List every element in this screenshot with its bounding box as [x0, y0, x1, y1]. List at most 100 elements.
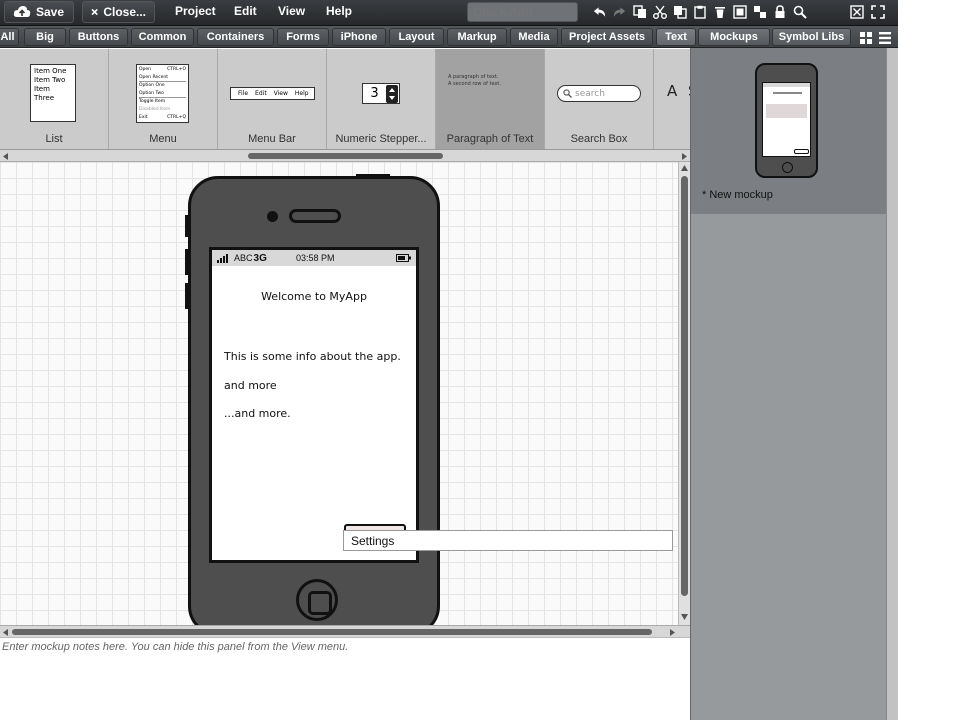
ungroup-icon[interactable]: [752, 3, 767, 21]
fullscreen-icon[interactable]: [870, 3, 885, 21]
inline-edit-box[interactable]: Settings: [343, 530, 673, 551]
ui-library-strip: Item One Item Two Item Three List Open CT…: [0, 49, 698, 150]
library-item-menu[interactable]: Open CTRL+O Open Recent Option One Option…: [109, 49, 218, 149]
app-info-line: ...and more.: [224, 407, 291, 420]
tab-symbol-libs[interactable]: Symbol Libs: [772, 28, 851, 46]
mockup-thumbnail-home-icon: [782, 162, 793, 173]
mockups-panel-scrollbar[interactable]: [886, 48, 898, 720]
list-view-icon[interactable]: [879, 31, 891, 49]
tab-text[interactable]: Text: [656, 28, 696, 46]
library-label: Menu Bar: [248, 133, 296, 145]
search-icon: [563, 89, 572, 98]
iphone-mockup[interactable]: ABC 3G 03:58 PM Welcome to MyApp This is…: [185, 174, 440, 625]
lock-icon[interactable]: [772, 3, 787, 21]
duplicate-icon[interactable]: [632, 3, 647, 21]
paragraph-preview: A paragraph of text. A second row of tex…: [448, 74, 501, 88]
menu-preview-item: Toggle Item: [139, 97, 186, 106]
menu-preview-item: Exit: [139, 114, 148, 120]
speaker-icon: [289, 209, 341, 223]
tab-media[interactable]: Media: [510, 28, 558, 46]
tab-containers[interactable]: Containers: [197, 28, 274, 46]
library-label: Numeric Stepper...: [335, 133, 427, 145]
tab-common[interactable]: Common: [131, 28, 194, 46]
menu-bar-preview-item: Edit: [255, 90, 267, 97]
app-info-line: This is some info about the app.: [224, 350, 401, 363]
close-window-icon[interactable]: [849, 3, 864, 21]
menu-preview-row: Exit CTRL+Q: [139, 114, 186, 122]
status-bar: ABC 3G 03:58 PM: [212, 250, 416, 266]
cloud-upload-icon: [13, 6, 31, 17]
library-scroll-thumb[interactable]: [248, 153, 443, 159]
library-item-menu-bar[interactable]: File Edit View Help Menu Bar: [218, 49, 327, 149]
menu-preview-shortcut: CTRL+Q: [167, 114, 186, 120]
library-label: Paragraph of Text: [446, 133, 534, 145]
grid-view-icon[interactable]: [860, 31, 872, 49]
canvas-horizontal-scrollbar[interactable]: [0, 625, 690, 637]
signal-icon: [217, 253, 228, 263]
mockup-name[interactable]: * New mockup: [702, 189, 773, 201]
tab-project-assets[interactable]: Project Assets: [561, 28, 653, 46]
canvas-vertical-scrollbar[interactable]: [678, 162, 690, 625]
mockup-canvas[interactable]: ABC 3G 03:58 PM Welcome to MyApp This is…: [0, 162, 678, 625]
menu-preview: Open CTRL+O Open Recent Option One Option…: [136, 64, 189, 123]
save-label: Save: [36, 5, 65, 19]
library-label: Search Box: [570, 133, 628, 145]
tab-markup[interactable]: Markup: [447, 28, 507, 46]
library-label: List: [45, 133, 63, 145]
stepper-arrows-icon: [386, 84, 398, 103]
tab-buttons[interactable]: Buttons: [69, 28, 128, 46]
menu-project[interactable]: Project: [175, 4, 216, 18]
menu-help[interactable]: Help: [326, 4, 352, 18]
list-preview: Item One Item Two Item Three: [30, 64, 76, 122]
tab-big[interactable]: Big: [24, 28, 66, 46]
library-scrollbar[interactable]: [0, 150, 690, 162]
close-button[interactable]: Close...: [82, 1, 155, 23]
menu-edit[interactable]: Edit: [234, 4, 257, 18]
trash-icon[interactable]: [712, 3, 727, 21]
library-item-numeric-stepper[interactable]: 3 Numeric Stepper...: [327, 49, 436, 149]
cut-icon[interactable]: [652, 3, 667, 21]
library-item-list[interactable]: Item One Item Two Item Three List: [0, 49, 109, 149]
menu-view[interactable]: View: [278, 4, 305, 18]
library-item-paragraph[interactable]: A paragraph of text. A second row of tex…: [436, 49, 545, 149]
phone-side-button: [185, 249, 189, 275]
menu-bar-preview-item: File: [238, 90, 249, 97]
network-label: 3G: [253, 252, 267, 264]
app-info-line: and more: [224, 379, 277, 392]
zoom-icon[interactable]: [792, 3, 807, 21]
app-window: Save Close... Project Edit View Help Qui…: [0, 0, 960, 720]
menu-preview-row: Open CTRL+O: [139, 66, 186, 74]
undo-icon[interactable]: [592, 3, 607, 21]
canvas-vertical-thumb[interactable]: [681, 176, 688, 596]
tab-layout[interactable]: Layout: [389, 28, 444, 46]
mockup-notes-panel[interactable]: Enter mockup notes here. You can hide th…: [0, 637, 690, 720]
mockup-thumbnail-button: [794, 149, 809, 154]
list-preview-item: Item Two: [34, 76, 66, 84]
tab-mockups[interactable]: Mockups: [698, 28, 770, 46]
scroll-left-icon[interactable]: [3, 153, 9, 160]
search-box-preview: search: [557, 85, 641, 102]
copy-icon[interactable]: [672, 3, 687, 21]
save-button[interactable]: Save: [4, 1, 74, 23]
scroll-right-icon[interactable]: [681, 153, 687, 160]
home-button-icon: [296, 579, 338, 621]
scroll-up-icon[interactable]: [681, 165, 688, 171]
camera-icon: [267, 211, 278, 222]
phone-top-button: [356, 174, 390, 178]
library-item-search-box[interactable]: search Search Box: [545, 49, 654, 149]
library-item-partial[interactable]: A S: [654, 49, 698, 149]
redo-icon[interactable]: [612, 3, 627, 21]
scroll-right-icon[interactable]: [669, 629, 675, 636]
mockup-thumbnail-status: [763, 83, 810, 87]
tab-forms[interactable]: Forms: [277, 28, 329, 46]
scroll-down-icon[interactable]: [681, 614, 688, 620]
tab-all[interactable]: All: [0, 28, 19, 46]
menu-preview-item: Option Two: [139, 90, 164, 96]
tab-iphone[interactable]: iPhone: [332, 28, 386, 46]
quick-add-input[interactable]: [467, 2, 578, 22]
group-icon[interactable]: [732, 3, 747, 21]
scroll-left-icon[interactable]: [3, 629, 9, 636]
canvas-horizontal-thumb[interactable]: [12, 629, 652, 635]
paste-icon[interactable]: [692, 3, 707, 21]
mockup-thumbnail-card[interactable]: * New mockup: [691, 48, 887, 214]
